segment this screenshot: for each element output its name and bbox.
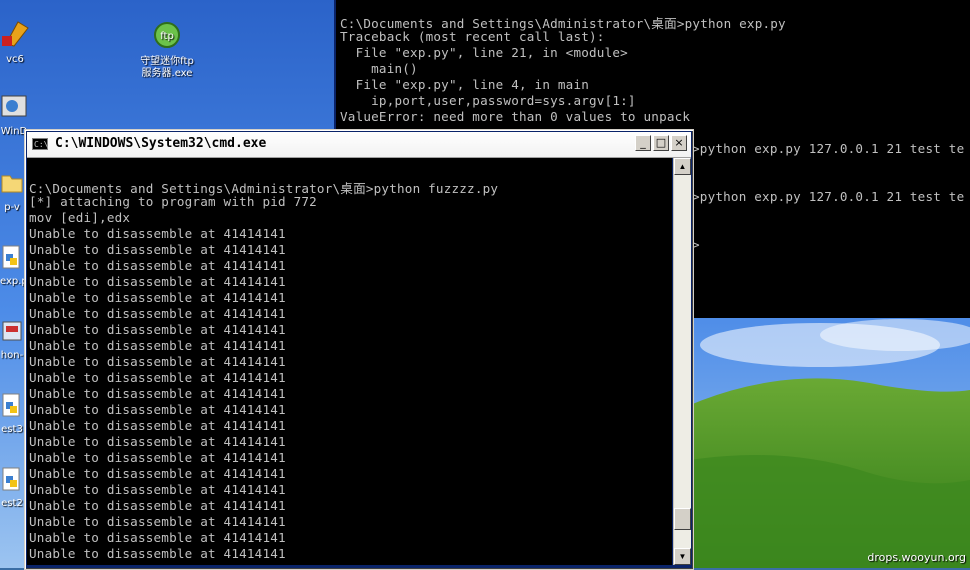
folder-icon [1, 175, 23, 193]
console-line: Unable to disassemble at 41414141 [29, 514, 286, 529]
console-line: ip,port,user,password=sys.argv[1:] [340, 93, 636, 108]
window-title: C:\WINDOWS\System32\cmd.exe [55, 136, 267, 151]
icon-label: hon- [0, 350, 24, 361]
console-line: mov [edi],edx [29, 210, 131, 225]
console-line: Unable to disassemble at 41414141 [29, 386, 286, 401]
python-file-icon [2, 245, 20, 269]
watermark-text: drops.wooyun.org [867, 551, 966, 564]
console-line: Unable to disassemble at 41414141 [29, 290, 286, 305]
vc6-icon [2, 21, 29, 47]
desktop-icon-folder[interactable]: p-v [0, 170, 24, 214]
scrollbar-thumb[interactable] [674, 508, 691, 530]
console-line: Unable to disassemble at 41414141 [29, 370, 286, 385]
desktop-icon-hon[interactable]: hon- [0, 318, 24, 362]
maximize-button[interactable]: □ [653, 135, 669, 151]
cmd-titlebar[interactable]: C:\ C:\WINDOWS\System32\cmd.exe _ □ × [27, 132, 691, 158]
close-button[interactable]: × [671, 135, 687, 151]
scroll-down-button[interactable]: ▼ [674, 548, 691, 565]
console-line: Unable to disassemble at 41414141 [29, 226, 286, 241]
cmd-console-output[interactable]: C:\Documents and Settings\Administrator\… [27, 158, 672, 565]
icon-label: est2 [1, 498, 23, 509]
console-line: Unable to disassemble at 41414141 [29, 434, 286, 449]
svg-text:ftp: ftp [160, 31, 174, 42]
console-line: Unable to disassemble at 41414141 [29, 322, 286, 337]
console-line: Unable to disassemble at 41414141 [29, 338, 286, 353]
icon-label: exp.p [0, 276, 28, 287]
icon-label: 守望迷你ftp 服务器.exe [140, 56, 194, 79]
python-file-icon [2, 467, 20, 491]
console-line: Unable to disassemble at 41414141 [29, 354, 286, 369]
console-line: [*] attaching to program with pid 772 [29, 194, 317, 209]
console-line: Unable to disassemble at 41414141 [29, 242, 286, 257]
desktop-icon-vc6[interactable]: vc6 [0, 18, 30, 66]
desktop-icon-ftp-server[interactable]: ftp 守望迷你ftp 服务器.exe [124, 20, 210, 80]
console-line: Unable to disassemble at 41414141 [29, 306, 286, 321]
windbg-icon [1, 95, 27, 117]
console-line: Unable to disassemble at 41414141 [29, 450, 286, 465]
cmd-system-icon[interactable]: C:\ [32, 138, 48, 150]
minimize-button[interactable]: _ [635, 135, 651, 151]
console-line: >python exp.py 127.0.0.1 21 test te [692, 141, 965, 156]
console-line: main() [340, 61, 418, 76]
console-line: File "exp.py", line 4, in main [340, 77, 590, 92]
console-line: Traceback (most recent call last): [340, 29, 605, 44]
console-line: Unable to disassemble at 41414141 [29, 482, 286, 497]
cmd-window[interactable]: C:\ C:\WINDOWS\System32\cmd.exe _ □ × C:… [24, 129, 694, 570]
desktop-icon-test3[interactable]: est3 [0, 392, 24, 436]
console-line: >python exp.py 127.0.0.1 21 test te [692, 189, 965, 204]
console-line: Unable to disassemble at 41414141 [29, 530, 286, 545]
console-line: Unable to disassemble at 41414141 [29, 258, 286, 273]
console-line: Unable to disassemble at 41414141 [29, 418, 286, 433]
icon-label: vc6 [6, 54, 24, 65]
console-line: Unable to disassemble at 41414141 [29, 546, 286, 561]
console-line: Unable to disassemble at 41414141 [29, 402, 286, 417]
console-line: Unable to disassemble at 41414141 [29, 274, 286, 289]
desktop-icon-exp[interactable]: exp.p [0, 244, 28, 288]
console-line: Unable to disassemble at 41414141 [29, 498, 286, 513]
icon-label: p-v [4, 202, 20, 213]
console-line: File "exp.py", line 21, in <module> [340, 45, 628, 60]
ftp-server-icon: ftp [154, 22, 180, 48]
console-line: ValueError: need more than 0 values to u… [340, 109, 691, 124]
vertical-scrollbar[interactable]: ▲ ▼ [673, 158, 691, 565]
app-icon [2, 321, 22, 341]
python-file-icon [2, 393, 20, 417]
console-line: Unable to disassemble at 41414141 [29, 466, 286, 481]
desktop-icon-test2[interactable]: est2 [0, 466, 24, 510]
scroll-up-button[interactable]: ▲ [674, 158, 691, 175]
icon-label: est3 [1, 424, 23, 435]
